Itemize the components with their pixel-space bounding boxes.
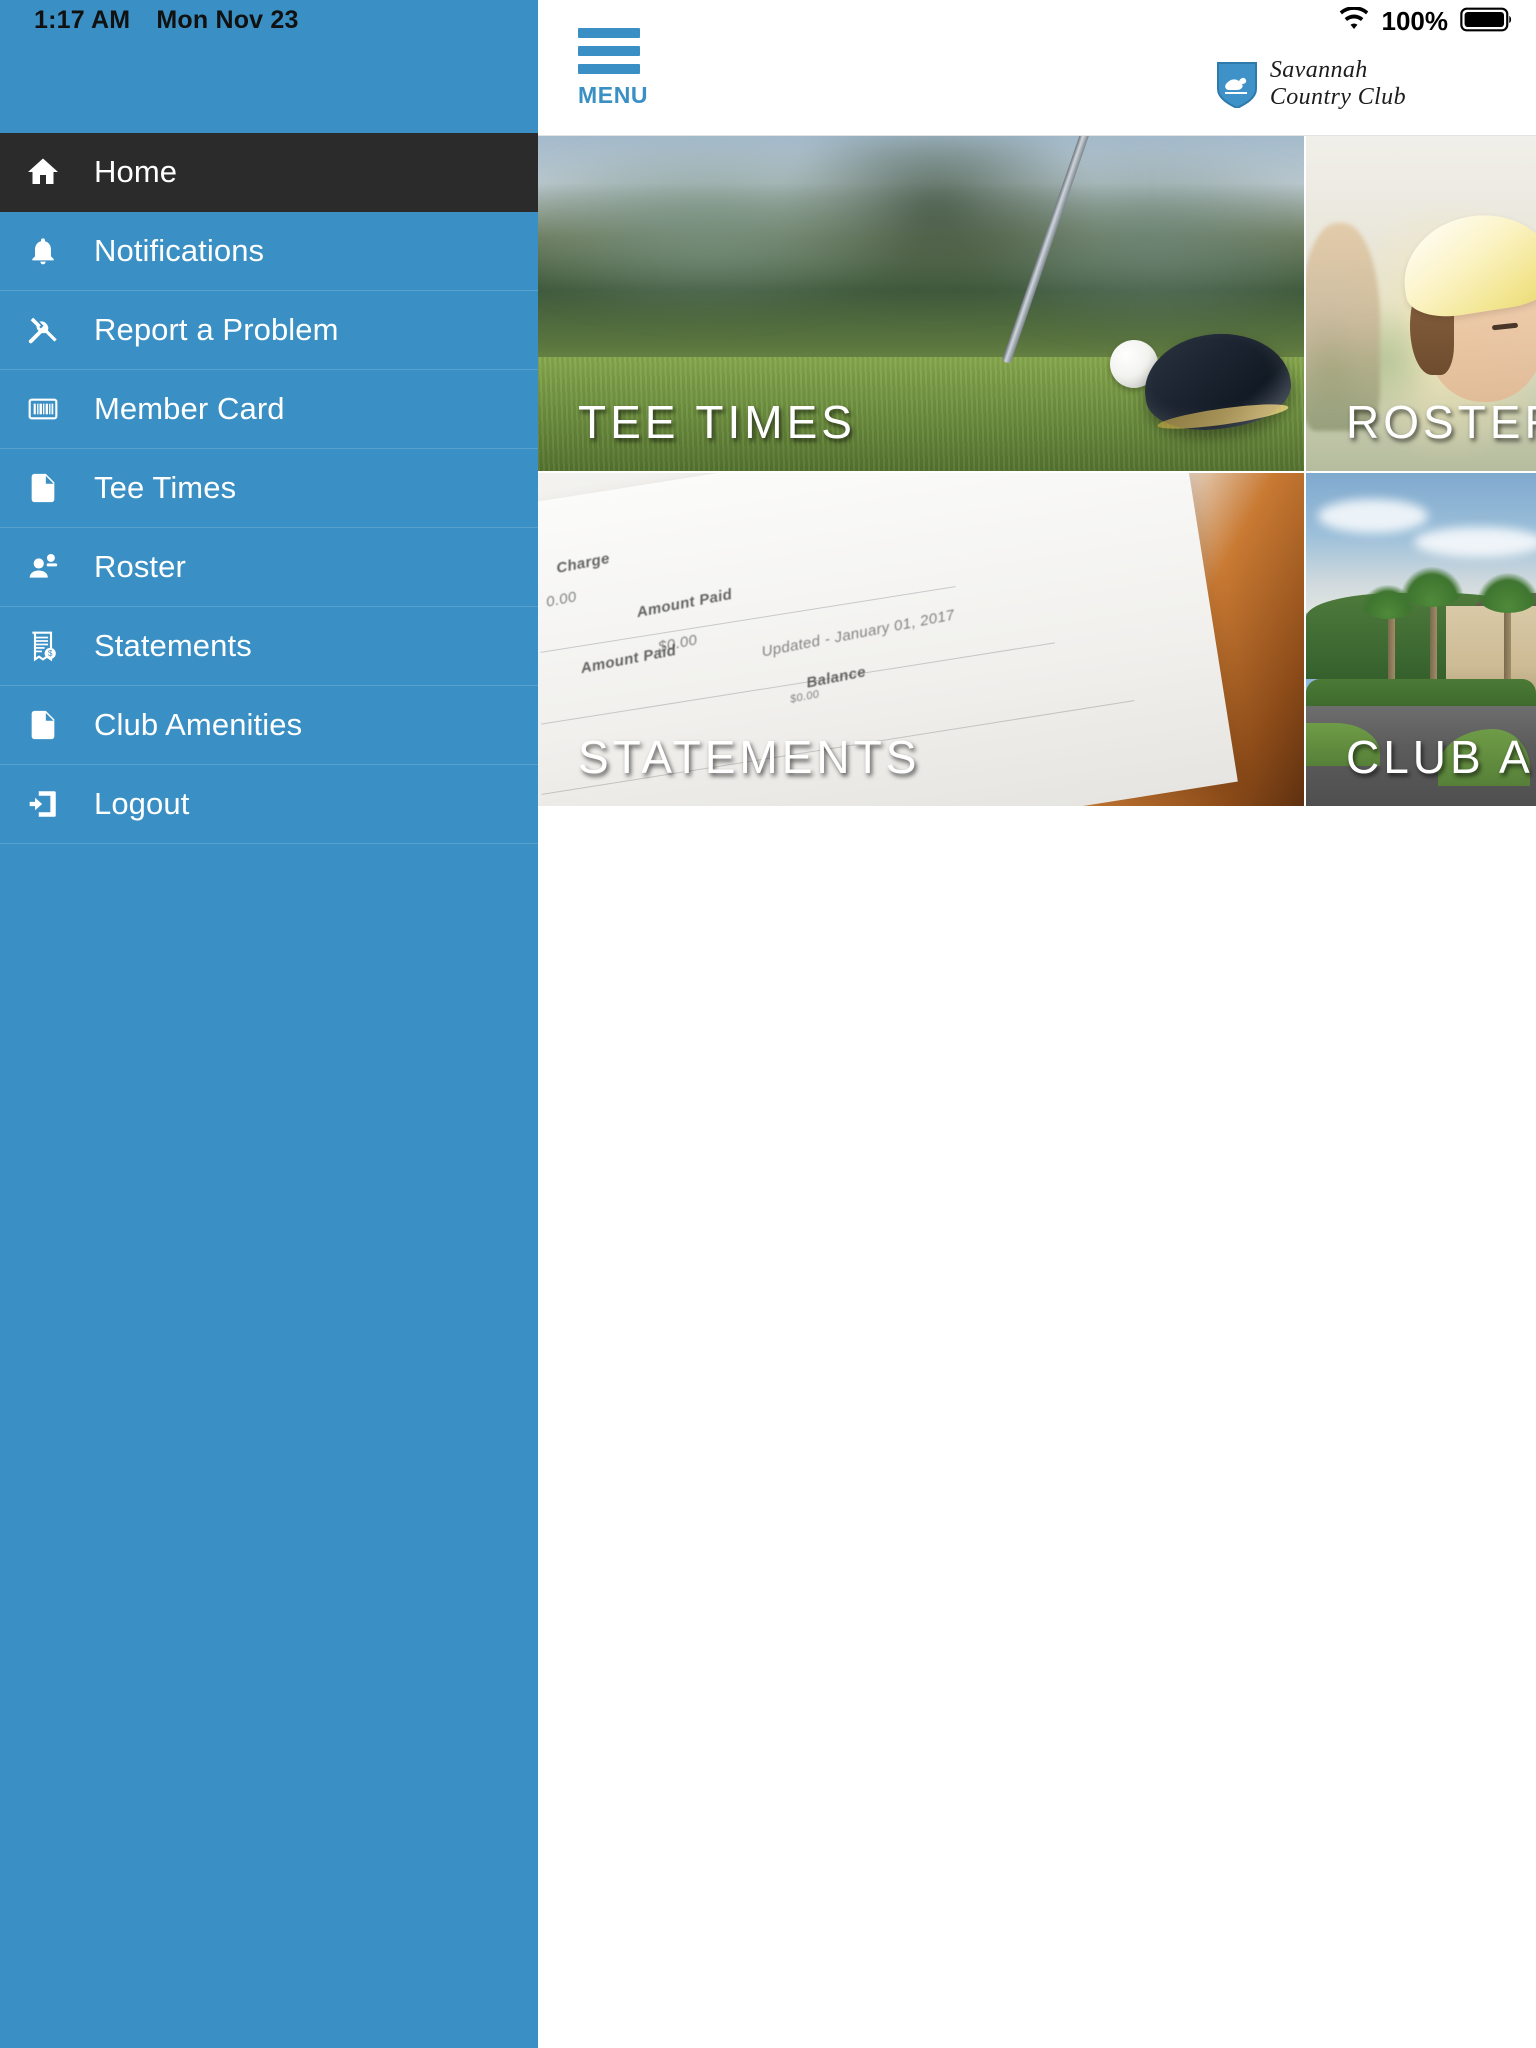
drawer-top-spacer [0, 40, 538, 133]
app-screen: MENU Savannah Country Club TEE TIMES ROS… [0, 0, 1536, 2048]
menu-button[interactable]: MENU [578, 28, 658, 109]
sidebar-item-report-a-problem[interactable]: Report a Problem [0, 291, 538, 370]
sidebar-item-label-member-card: Member Card [94, 391, 285, 426]
person-add-icon [14, 538, 72, 596]
tile-grid: TEE TIMES ROSTER [538, 136, 1536, 806]
svg-text:$: $ [48, 649, 53, 658]
barcode-icon [14, 380, 72, 438]
photo-yellow-cap [1395, 205, 1536, 324]
sidebar-item-label-home: Home [94, 154, 178, 189]
photo-palm-fronds-2 [1360, 585, 1416, 619]
brand-line-1: Savannah [1269, 57, 1368, 83]
hamburger-icon-bar3 [578, 64, 640, 74]
battery-percent-label: 100% [1381, 6, 1449, 36]
sidebar-item-label-club-amenities: Club Amenities [94, 707, 303, 742]
photo-cloud-2 [1414, 527, 1536, 557]
wifi-icon [1338, 6, 1370, 36]
sidebar-item-club-amenities[interactable]: Club Amenities [0, 686, 538, 765]
tile-club-amenities[interactable]: CLUB AMENITIES [1306, 473, 1536, 806]
menu-button-label: MENU [578, 82, 649, 108]
main-content: MENU Savannah Country Club TEE TIMES ROS… [538, 0, 1536, 2048]
status-bar: 1:17 AM Mon Nov 23 [0, 0, 538, 40]
tile-roster[interactable]: ROSTER [1306, 136, 1536, 471]
brand-wordmark: Savannah Country Club [1270, 58, 1406, 109]
tile-label-tee-times: TEE TIMES [578, 396, 856, 448]
sidebar-item-logout[interactable]: Logout [0, 765, 538, 844]
photo-hedge [1306, 679, 1536, 710]
tools-icon [14, 301, 72, 359]
page-body-empty [538, 806, 1536, 2048]
swan-shield-icon [1216, 60, 1258, 109]
sidebar-item-tee-times[interactable]: Tee Times [0, 449, 538, 528]
brand-logo: Savannah Country Club [1216, 58, 1406, 109]
hamburger-icon-bar2 [578, 46, 640, 56]
sidebar-item-home[interactable]: Home [0, 133, 538, 212]
sidebar-item-label-tee-times: Tee Times [94, 470, 237, 505]
photo-palm-fronds-3 [1476, 573, 1536, 613]
sidebar-item-member-card[interactable]: Member Card [0, 370, 538, 449]
status-bar-time: 1:17 AM [34, 5, 131, 34]
status-bar-date: Mon Nov 23 [156, 5, 299, 34]
tile-statements[interactable]: Charge 0.00 Amount Paid $0.00 Amount Pai… [538, 473, 1304, 806]
battery-full-icon [1460, 7, 1514, 37]
logout-icon [14, 775, 72, 833]
sidebar-item-label-statements: Statements [94, 628, 252, 663]
photo-background-blur [538, 136, 1304, 344]
tile-label-statements: STATEMENTS [578, 731, 921, 783]
sidebar-item-label-report-a-problem: Report a Problem [94, 312, 339, 347]
sidebar-item-label-roster: Roster [94, 549, 186, 584]
tile-tee-times[interactable]: TEE TIMES [538, 136, 1304, 471]
sidebar-item-label-notifications: Notifications [94, 233, 265, 268]
photo-cloud-1 [1318, 499, 1428, 533]
bell-icon [14, 222, 72, 280]
tile-label-club-amenities: CLUB AMENITIES [1346, 731, 1536, 783]
sidebar-item-roster[interactable]: Roster [0, 528, 538, 607]
sidebar-item-notifications[interactable]: Notifications [0, 212, 538, 291]
sidebar-menu-list: Home Notifications Report a Problem Memb… [0, 133, 538, 844]
navigation-drawer: 1:17 AM Mon Nov 23 Home Notifications Re… [0, 0, 538, 2048]
document-icon-amenities [14, 696, 72, 754]
tile-label-roster: ROSTER [1346, 396, 1536, 448]
status-bar-right: 100% [1338, 6, 1515, 37]
hamburger-icon [578, 28, 640, 38]
sidebar-item-label-logout: Logout [94, 786, 190, 821]
receipt-icon: $ [14, 617, 72, 675]
brand-line-2: Country Club [1269, 84, 1406, 110]
sidebar-item-statements[interactable]: $ Statements [0, 607, 538, 686]
home-icon [14, 143, 72, 201]
document-icon [14, 459, 72, 517]
